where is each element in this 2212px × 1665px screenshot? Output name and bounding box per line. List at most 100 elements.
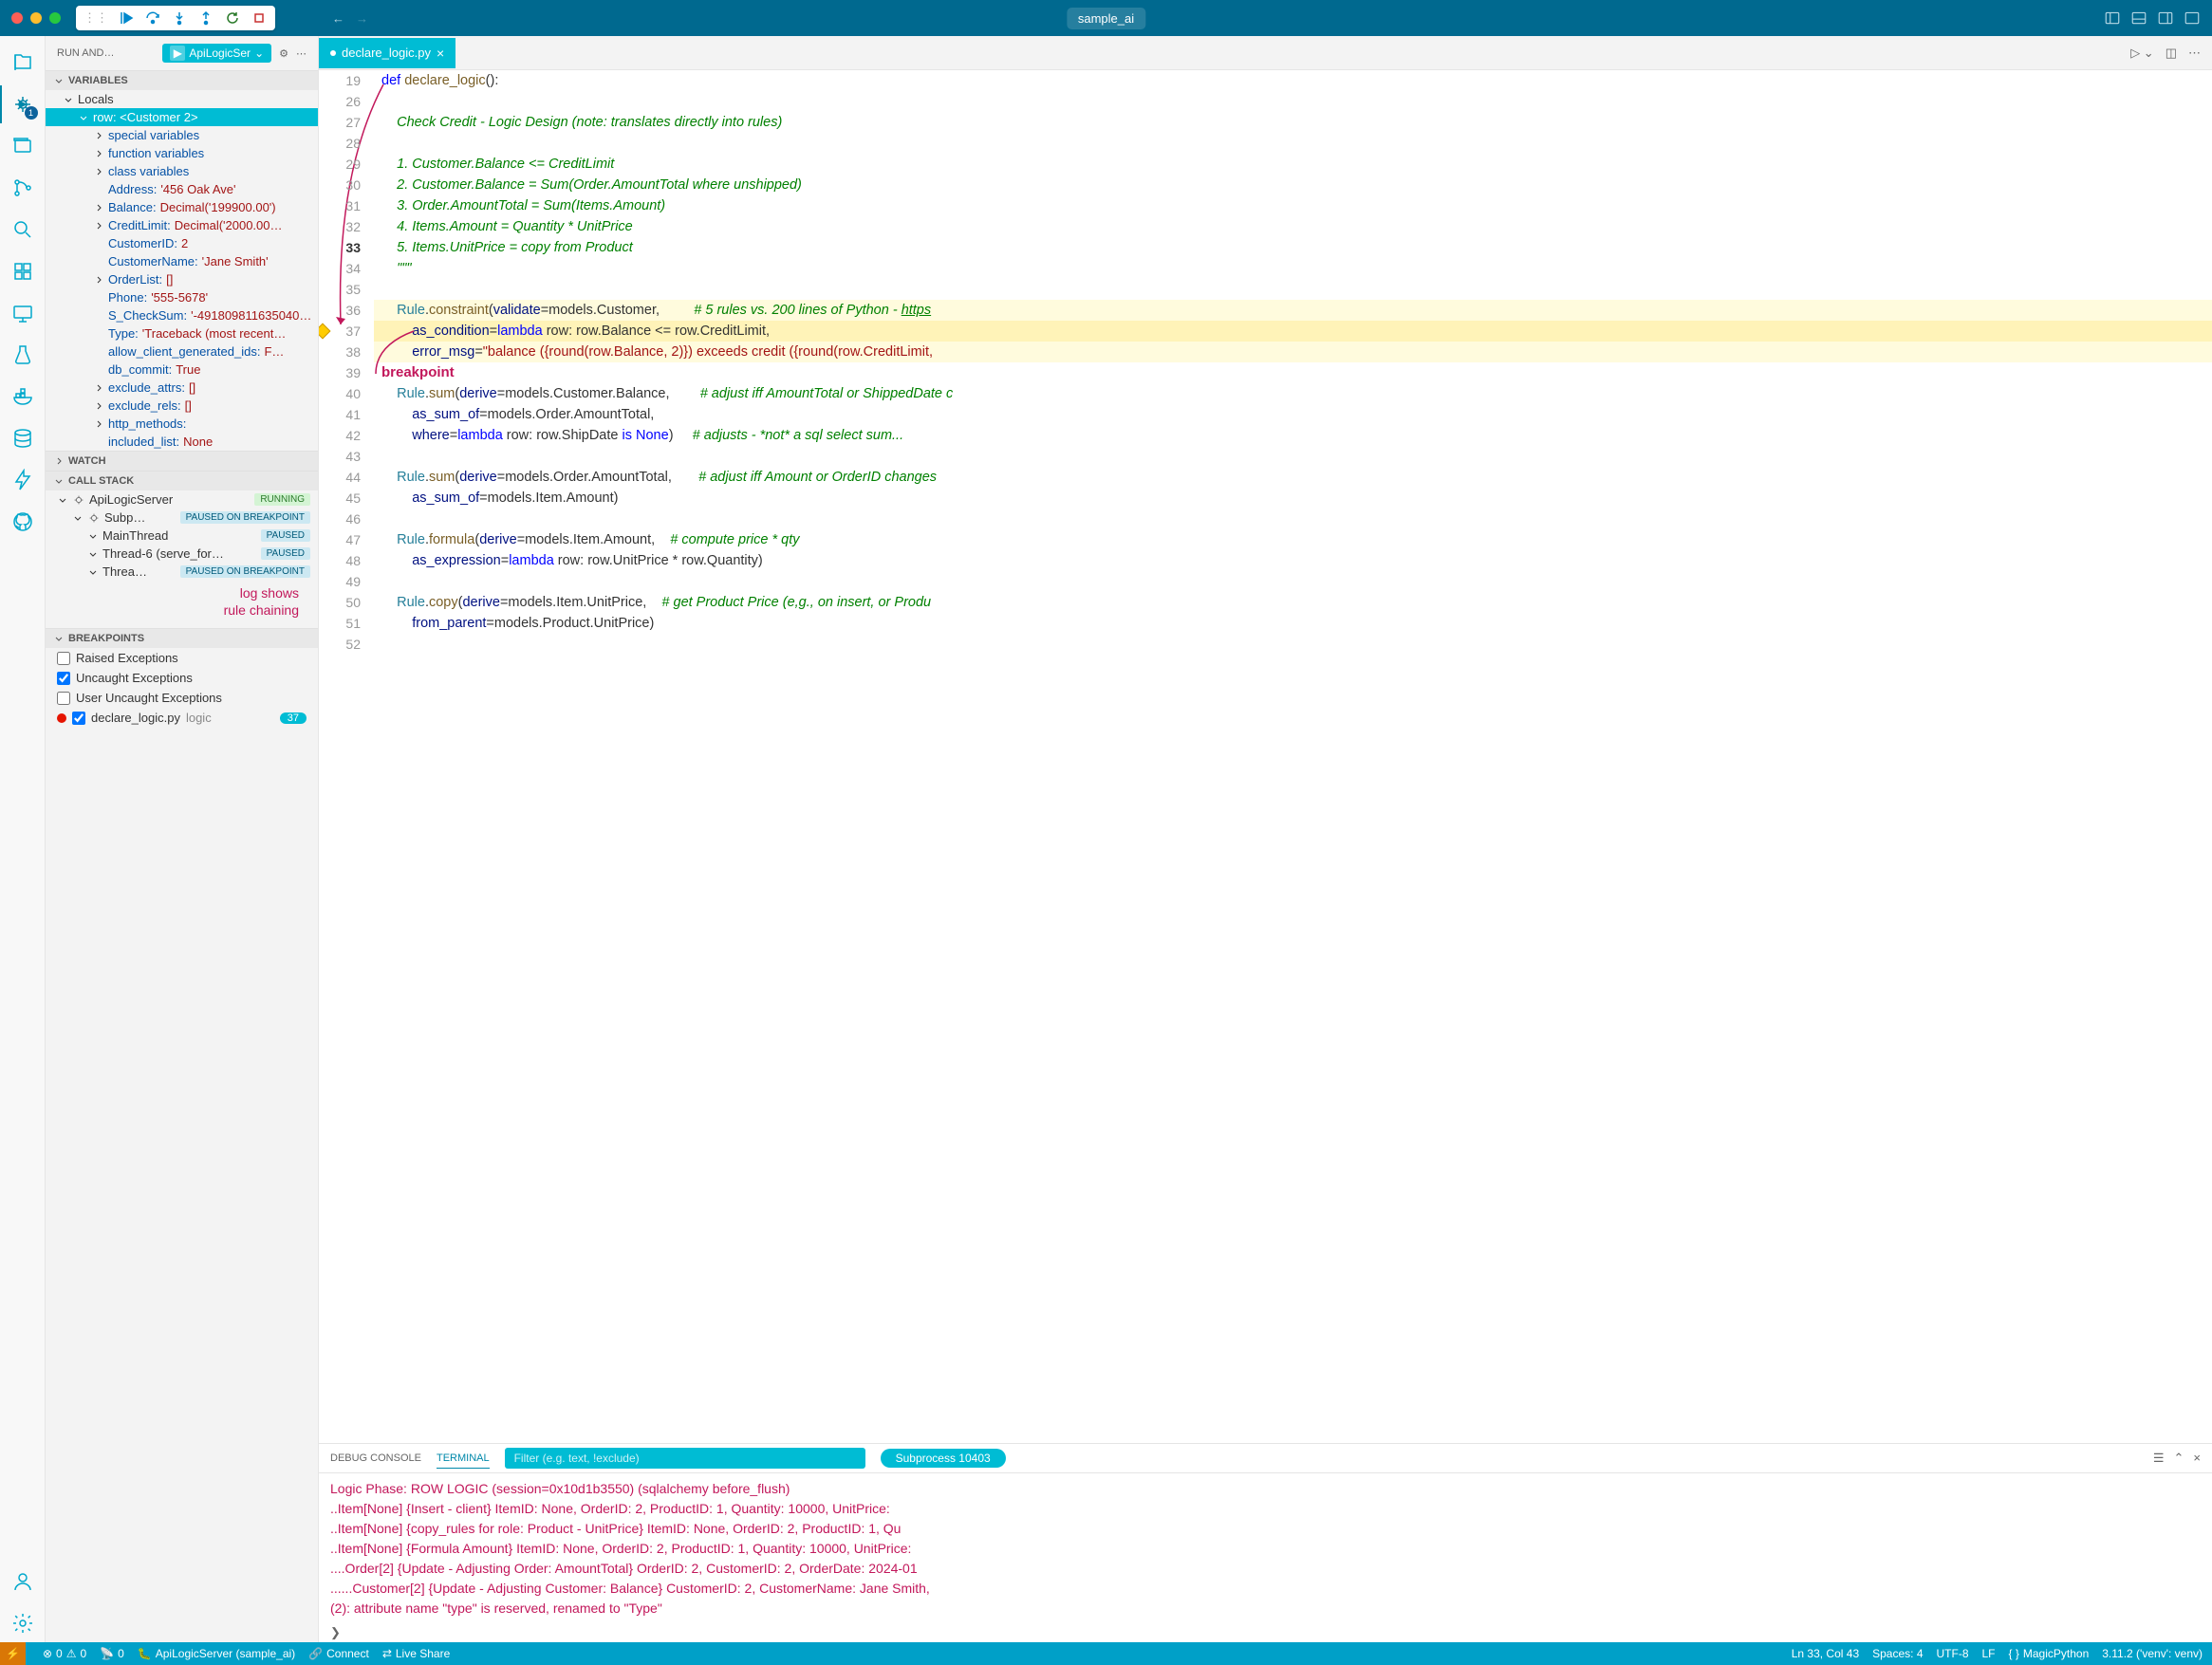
row-variable[interactable]: row: <Customer 2>	[46, 108, 318, 126]
variable-row[interactable]: Address: '456 Oak Ave'	[46, 180, 318, 198]
breakpoint-file[interactable]: declare_logic.py logic37	[46, 708, 318, 728]
callstack-row[interactable]: ApiLogicServerRUNNING	[46, 490, 318, 509]
breakpoint-option[interactable]: Raised Exceptions	[46, 648, 318, 668]
sidebar-header: RUN AND… ▶ ApiLogicSer ⌄ ⚙ ⋯	[46, 36, 318, 70]
terminal-collapse-icon[interactable]: ⌃	[2174, 1451, 2184, 1466]
variable-row[interactable]: exclude_attrs: []	[46, 379, 318, 397]
variable-row[interactable]: db_commit: True	[46, 361, 318, 379]
variables-header[interactable]: VARIABLES	[46, 71, 318, 90]
run-file-icon[interactable]: ▷ ⌄	[2130, 46, 2154, 61]
variable-row[interactable]: class variables	[46, 162, 318, 180]
variable-row[interactable]: included_list: None	[46, 433, 318, 451]
extensions-icon[interactable]	[0, 252, 46, 290]
eol[interactable]: LF	[1982, 1647, 1996, 1660]
more-icon[interactable]: ⋯	[296, 47, 307, 60]
close-tab-icon[interactable]: ×	[437, 46, 444, 61]
tab-terminal[interactable]: TERMINAL	[437, 1449, 490, 1469]
command-center[interactable]: sample_ai	[1067, 8, 1145, 29]
layout-panel-icon[interactable]	[2130, 9, 2147, 27]
gear-icon[interactable]: ⚙	[279, 47, 288, 60]
minimize-window[interactable]	[30, 12, 42, 24]
database-icon[interactable]	[0, 419, 46, 457]
callstack-row[interactable]: Thread-6 (serve_for…PAUSED	[46, 545, 318, 563]
project-icon[interactable]	[0, 127, 46, 165]
split-editor-icon[interactable]: ◫	[2166, 46, 2177, 61]
connect-button[interactable]: 🔗 Connect	[308, 1647, 369, 1660]
maximize-window[interactable]	[49, 12, 61, 24]
subprocess-badge[interactable]: Subprocess 10403	[881, 1449, 1006, 1468]
variable-row[interactable]: allow_client_generated_ids: F…	[46, 342, 318, 361]
liveshare-button[interactable]: ⇄ Live Share	[382, 1647, 450, 1660]
stop-button[interactable]	[251, 9, 268, 27]
variable-row[interactable]: exclude_rels: []	[46, 397, 318, 415]
terminal-close-icon[interactable]: ×	[2193, 1451, 2201, 1466]
encoding[interactable]: UTF-8	[1937, 1647, 1969, 1660]
chevron-down-icon: ⌄	[254, 46, 264, 60]
variable-row[interactable]: CreditLimit: Decimal('2000.00…	[46, 216, 318, 234]
continue-button[interactable]	[118, 9, 135, 27]
callstack-row[interactable]: Subp…PAUSED ON BREAKPOINT	[46, 509, 318, 527]
variable-row[interactable]: function variables	[46, 144, 318, 162]
testing-icon[interactable]	[0, 336, 46, 374]
breakpoint-option[interactable]: User Uncaught Exceptions	[46, 688, 318, 708]
github-icon[interactable]	[0, 503, 46, 541]
settings-icon[interactable]	[0, 1604, 46, 1642]
variable-row[interactable]: Balance: Decimal('199900.00')	[46, 198, 318, 216]
layout-customize-icon[interactable]	[2184, 9, 2201, 27]
terminal-line: ..Item[None] {Formula Amount} ItemID: No…	[330, 1539, 2201, 1559]
variable-row[interactable]: http_methods:	[46, 415, 318, 433]
python-interpreter[interactable]: 3.11.2 ('venv': venv)	[2102, 1647, 2203, 1660]
debug-icon[interactable]: 1	[0, 85, 46, 123]
watch-header[interactable]: WATCH	[46, 452, 318, 471]
code-editor[interactable]: 19 26 27 28 29 30 31 32 33 34 35 36 37 3…	[319, 70, 2212, 1443]
indentation[interactable]: Spaces: 4	[1872, 1647, 1923, 1660]
explorer-icon[interactable]	[0, 44, 46, 82]
run-config-dropdown[interactable]: ▶ ApiLogicSer ⌄	[162, 44, 271, 63]
layout-sidebar-left-icon[interactable]	[2104, 9, 2121, 27]
ports-indicator[interactable]: 📡 0	[100, 1647, 124, 1660]
remote-indicator[interactable]: ⚡	[0, 1642, 26, 1665]
code-content[interactable]: def declare_logic(): Check Credit - Logi…	[374, 70, 2212, 1443]
cursor-position[interactable]: Ln 33, Col 43	[1792, 1647, 1859, 1660]
step-into-button[interactable]	[171, 9, 188, 27]
nav-back-icon[interactable]: ←	[332, 11, 344, 26]
search-icon[interactable]	[0, 211, 46, 249]
restart-button[interactable]	[224, 9, 241, 27]
variable-row[interactable]: Type: 'Traceback (most recent…	[46, 324, 318, 342]
terminal-prompt[interactable]: ❯	[319, 1623, 2212, 1642]
terminal-output[interactable]: Logic Phase: ROW LOGIC (session=0x10d1b3…	[319, 1473, 2212, 1623]
language-mode[interactable]: { } MagicPython	[2009, 1647, 2090, 1660]
callstack-header[interactable]: CALL STACK	[46, 472, 318, 490]
breakpoint-option[interactable]: Uncaught Exceptions	[46, 668, 318, 688]
source-control-icon[interactable]	[0, 169, 46, 207]
accounts-icon[interactable]	[0, 1563, 46, 1600]
terminal-filter-input[interactable]	[505, 1448, 865, 1469]
step-over-button[interactable]	[144, 9, 161, 27]
nav-forward-icon[interactable]: →	[356, 11, 368, 26]
variable-row[interactable]: S_CheckSum: '-491809811635040…	[46, 306, 318, 324]
breakpoints-header[interactable]: BREAKPOINTS	[46, 629, 318, 648]
file-tab[interactable]: declare_logic.py ×	[319, 38, 455, 68]
workspace-indicator[interactable]: 🐛 ApiLogicServer (sample_ai)	[138, 1647, 295, 1660]
variable-row[interactable]: CustomerID: 2	[46, 234, 318, 252]
variable-row[interactable]: CustomerName: 'Jane Smith'	[46, 252, 318, 270]
variable-row[interactable]: Phone: '555-5678'	[46, 288, 318, 306]
breakpoint-annotation: breakpoint	[381, 364, 455, 380]
drag-handle-icon[interactable]: ⋮⋮	[84, 10, 108, 26]
step-out-button[interactable]	[197, 9, 214, 27]
more-actions-icon[interactable]: ⋯	[2188, 46, 2201, 61]
layout-sidebar-right-icon[interactable]	[2157, 9, 2174, 27]
callstack-row[interactable]: MainThreadPAUSED	[46, 527, 318, 545]
remote-icon[interactable]	[0, 294, 46, 332]
variable-row[interactable]: special variables	[46, 126, 318, 144]
breakpoints-body: Raised Exceptions Uncaught Exceptions Us…	[46, 648, 318, 728]
thunder-icon[interactable]	[0, 461, 46, 499]
docker-icon[interactable]	[0, 378, 46, 416]
callstack-row[interactable]: Threa…PAUSED ON BREAKPOINT	[46, 563, 318, 581]
close-window[interactable]	[11, 12, 23, 24]
locals-group[interactable]: Locals	[46, 90, 318, 108]
variable-row[interactable]: OrderList: []	[46, 270, 318, 288]
errors-indicator[interactable]: ⊗ 0 ⚠ 0	[43, 1647, 86, 1660]
terminal-list-icon[interactable]: ☰	[2153, 1451, 2165, 1466]
tab-debug-console[interactable]: DEBUG CONSOLE	[330, 1449, 421, 1468]
